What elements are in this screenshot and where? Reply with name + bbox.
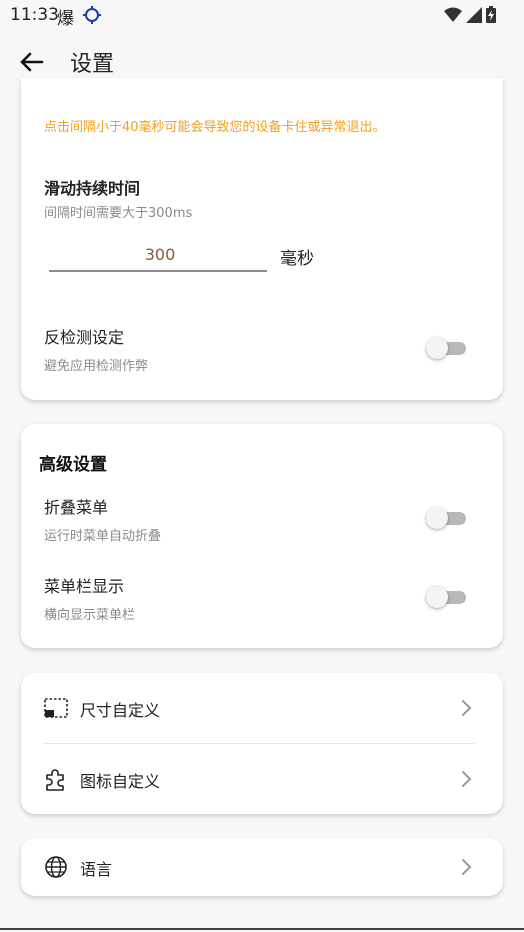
advanced-settings-title: 高级设置 [39,455,107,475]
swipe-duration-field [49,238,271,272]
size-custom-label: 尺寸自定义 [80,701,161,720]
language-row[interactable]: 语言 [21,832,503,902]
status-right-icons [444,6,496,23]
menubar-display-toggle[interactable] [426,585,466,609]
anti-detect-sub: 避免应用检测作弊 [44,359,149,374]
click-interval-warning: 点击间隔小于40毫秒可能会导致您的设备卡住或异常退出。 [44,120,386,135]
crosshair-icon [83,6,101,24]
fold-menu-toggle[interactable] [426,506,466,530]
navigation-handle-line [0,928,524,930]
toggle-knob [426,507,448,529]
menubar-display-label: 菜单栏显示 [44,577,125,596]
click-settings-card: 点击间隔小于40毫秒可能会导致您的设备卡住或异常退出。 滑动持续时间 间隔时间需… [21,78,503,400]
status-time: 11:33 [10,5,59,25]
swipe-duration-unit: 毫秒 [280,249,314,269]
toggle-knob [426,337,448,359]
language-label: 语言 [80,860,113,879]
fold-menu-label: 折叠菜单 [44,498,109,517]
globe-icon [45,856,67,878]
battery-icon [486,6,496,23]
wifi-icon [444,7,462,22]
resize-frame-icon [44,698,68,718]
fold-menu-sub: 运行时菜单自动折叠 [44,529,162,544]
notification-glyph: 爆 [57,9,74,29]
arrow-left-icon [20,52,44,72]
back-button[interactable] [18,48,48,76]
menubar-display-sub: 横向显示菜单栏 [44,608,136,623]
anti-detect-toggle[interactable] [426,336,466,360]
chevron-right-icon [462,771,472,787]
icon-custom-row[interactable]: 图标自定义 [21,744,503,814]
page-title: 设置 [70,52,115,77]
puzzle-icon [46,769,64,791]
language-card: 语言 [21,838,503,896]
chevron-right-icon [462,859,472,875]
toggle-knob [426,586,448,608]
status-bar: 11:33 爆 [0,0,524,30]
icon-custom-label: 图标自定义 [80,772,161,791]
swipe-duration-label: 滑动持续时间 [44,179,141,198]
chevron-right-icon [462,700,472,716]
customization-card: 尺寸自定义 图标自定义 [21,673,503,814]
swipe-duration-sub: 间隔时间需要大于300ms [44,206,193,221]
anti-detect-label: 反检测设定 [44,328,125,347]
advanced-settings-card: 高级设置 折叠菜单 运行时菜单自动折叠 菜单栏显示 横向显示菜单栏 [21,424,503,648]
swipe-duration-input[interactable] [49,238,271,270]
size-custom-row[interactable]: 尺寸自定义 [21,673,503,743]
signal-icon [466,6,482,23]
